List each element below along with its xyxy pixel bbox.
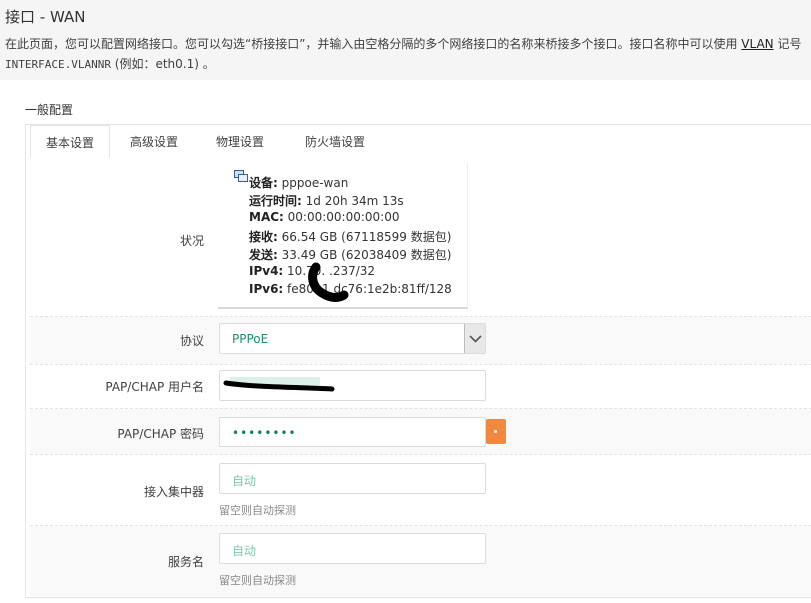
password-input[interactable]: •••••••• xyxy=(219,417,486,447)
service-label: 服务名 xyxy=(167,555,204,569)
redaction-scribble xyxy=(223,377,335,392)
tab-bar: 基本设置 高级设置 物理设置 防火墙设置 xyxy=(26,125,811,158)
protocol-select[interactable]: PPPoE xyxy=(219,323,486,354)
page-title: 接口 - WAN xyxy=(5,8,86,26)
tab-advanced[interactable]: 高级设置 xyxy=(114,125,194,158)
service-input[interactable]: 自动 xyxy=(219,533,486,564)
config-panel: 基本设置 高级设置 物理设置 防火墙设置 状况 设备: pppoe-wan 运行… xyxy=(25,124,811,598)
ac-input[interactable]: 自动 xyxy=(219,463,486,494)
ac-hint: 留空则自动探测 xyxy=(219,504,296,517)
vlan-link[interactable]: VLAN xyxy=(741,37,773,51)
service-hint: 留空则自动探测 xyxy=(219,574,296,587)
status-label: 状况 xyxy=(179,234,204,248)
password-label: PAP/CHAP 密码 xyxy=(117,427,204,441)
protocol-label: 协议 xyxy=(179,334,204,348)
ac-label: 接入集中器 xyxy=(143,485,204,499)
redaction-scribble xyxy=(308,262,349,302)
status-uptime: 运行时间: 1d 20h 34m 13s xyxy=(249,194,404,208)
status-mac: MAC: 00:00:00:00:00:00 xyxy=(249,210,400,224)
status-box: 设备: pppoe-wan 运行时间: 1d 20h 34m 13s MAC: … xyxy=(218,163,468,309)
page-description: 在此页面，您可以配置网络接口。您可以勾选“桥接接口”，并输入由空格分隔的多个网络… xyxy=(5,37,802,71)
network-icon xyxy=(234,170,248,182)
reveal-password-button[interactable] xyxy=(486,419,506,444)
status-device: 设备: pppoe-wan xyxy=(249,176,349,190)
username-label: PAP/CHAP 用户名 xyxy=(105,380,204,394)
section-title: 一般配置 xyxy=(25,103,74,117)
chevron-down-icon[interactable] xyxy=(464,324,485,353)
tab-physical[interactable]: 物理设置 xyxy=(198,125,282,158)
tab-basic[interactable]: 基本设置 xyxy=(30,125,110,158)
status-rx: 接收: 66.54 GB (67118599 数据包) xyxy=(249,230,452,244)
username-input[interactable] xyxy=(219,370,486,401)
tab-firewall[interactable]: 防火墙设置 xyxy=(286,125,384,158)
